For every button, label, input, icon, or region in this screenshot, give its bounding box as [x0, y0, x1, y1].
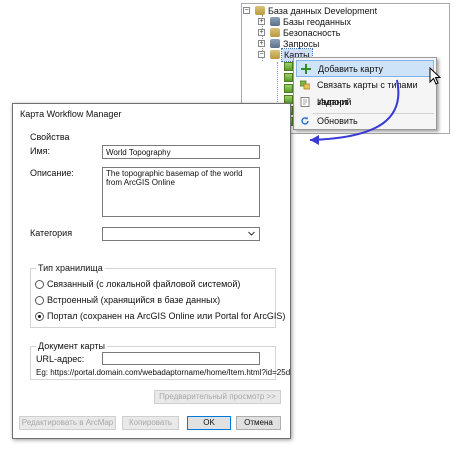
database-icon [255, 6, 265, 15]
map-dialog: Карта Workflow Manager Свойства Имя: Опи… [12, 103, 291, 439]
callout-arrow-icon [309, 79, 400, 145]
description-label: Описание: [30, 168, 74, 178]
storage-option-label[interactable]: Связанный (с локальной файловой системой… [47, 279, 240, 289]
geodatabase-icon [270, 17, 280, 26]
storage-option-label[interactable]: Портал (сохранен на ArcGIS Online или Po… [47, 311, 285, 321]
ok-button[interactable]: OK [187, 416, 231, 430]
dialog-title: Карта Workflow Manager [20, 109, 122, 119]
url-input[interactable] [102, 352, 260, 365]
url-label: URL-адрес: [36, 354, 85, 364]
category-label: Категория [30, 228, 73, 238]
category-select[interactable] [102, 227, 260, 241]
copy-button[interactable]: Копировать [122, 416, 179, 430]
storage-option-label[interactable]: Встроенный (хранящийся в базе данных) [47, 295, 220, 305]
expand-icon[interactable]: + [258, 18, 265, 25]
preview-button[interactable]: Предварительный просмотр >> [154, 390, 281, 404]
expand-icon[interactable]: + [258, 29, 265, 36]
cancel-button[interactable]: Отмена [236, 416, 281, 430]
storage-radio-embedded[interactable] [35, 296, 44, 305]
queries-icon [270, 39, 280, 48]
storage-radio-portal[interactable] [35, 312, 44, 321]
maps-folder-icon [270, 50, 280, 59]
menu-item-add-map[interactable]: Добавить карту [296, 60, 434, 77]
name-label: Имя: [30, 146, 51, 156]
collapse-icon[interactable]: − [243, 7, 250, 14]
collapse-icon[interactable]: − [258, 51, 265, 58]
properties-group-label: Свойства [30, 132, 70, 142]
expand-icon[interactable]: + [258, 40, 265, 47]
storage-type-label: Тип хранилища [36, 263, 105, 273]
dialog-titlebar[interactable]: Карта Workflow Manager [13, 104, 290, 122]
security-icon [270, 28, 280, 37]
menu-item-label: Добавить карту [318, 64, 383, 74]
chevron-down-icon [248, 231, 255, 236]
storage-radio-linked[interactable] [35, 280, 44, 289]
map-item-icon[interactable] [284, 62, 293, 71]
name-input[interactable] [102, 145, 260, 159]
description-textarea[interactable]: The topographic basemap of the world fro… [102, 167, 260, 217]
url-example-text: Eg: https://portal.domain.com/webadaptor… [36, 368, 291, 377]
plus-icon [301, 64, 311, 74]
edit-in-arcmap-button[interactable]: Редактировать в ArcMap [19, 416, 116, 430]
map-document-label: Документ карты [36, 341, 107, 351]
